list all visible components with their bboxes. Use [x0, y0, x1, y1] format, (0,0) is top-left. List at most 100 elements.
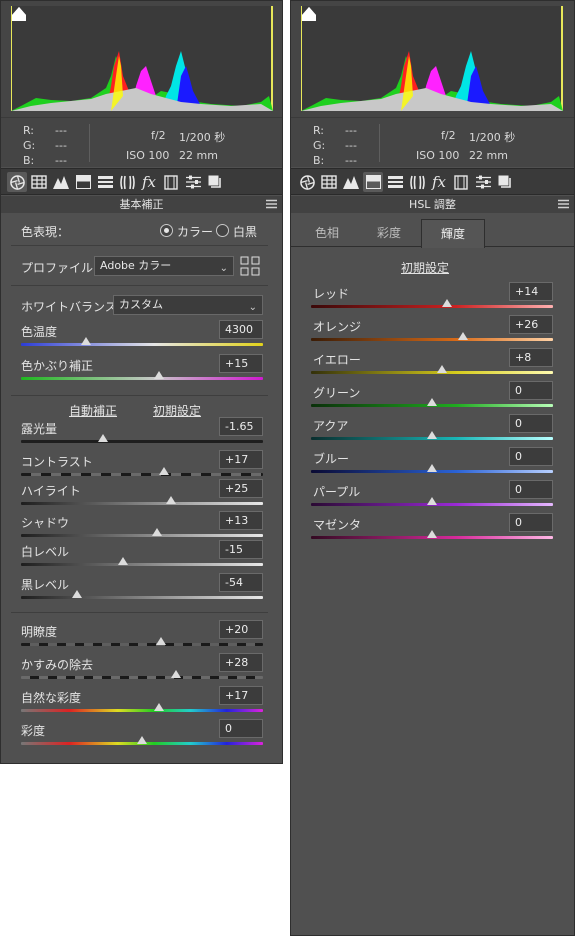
fx-icon[interactable]: fx: [139, 172, 159, 192]
blacks-value-field[interactable]: -54: [219, 573, 263, 592]
menu-icon[interactable]: [266, 199, 277, 209]
tint-slider-thumb[interactable]: [153, 371, 164, 379]
exposure-slider-track[interactable]: [21, 440, 263, 443]
white-balance-select[interactable]: カスタム ⌄: [113, 295, 263, 315]
aperture-icon[interactable]: [7, 172, 27, 192]
sliders-icon[interactable]: [183, 172, 203, 192]
shadows-slider-thumb[interactable]: [151, 528, 162, 536]
treatment-color-radio[interactable]: [160, 224, 173, 237]
dehaze-value-field[interactable]: +28: [219, 653, 263, 672]
saturation-value-field[interactable]: 0: [219, 719, 263, 738]
contrast-slider-track[interactable]: [21, 473, 263, 476]
filmstrip-icon[interactable]: [451, 172, 471, 192]
yellow-slider-track[interactable]: [311, 371, 553, 374]
treatment-bw-radio[interactable]: [216, 224, 229, 237]
shadows-slider-track[interactable]: [21, 534, 263, 537]
profile-browser-icon[interactable]: [240, 256, 260, 276]
red-slider-thumb[interactable]: [441, 299, 452, 307]
grid-icon[interactable]: [319, 172, 339, 192]
vibrance-value-field[interactable]: +17: [219, 686, 263, 705]
split-toning-icon[interactable]: [73, 172, 93, 192]
whites-slider-thumb[interactable]: [117, 557, 128, 565]
whites-label: 白レベル: [21, 545, 70, 559]
blacks-slider-track[interactable]: [21, 596, 263, 599]
treatment-color-label[interactable]: カラー: [177, 223, 213, 240]
orange-slider-thumb[interactable]: [458, 332, 469, 340]
lens-icon[interactable]: [407, 172, 427, 192]
magenta-value-field[interactable]: 0: [509, 513, 553, 532]
presets-icon[interactable]: [495, 172, 515, 192]
hsl-icon[interactable]: [95, 172, 115, 192]
temperature-slider-track[interactable]: [21, 343, 263, 346]
temperature-value-field[interactable]: 4300: [219, 320, 263, 339]
exposure-value-field[interactable]: -1.65: [219, 417, 263, 436]
whites-value-field[interactable]: -15: [219, 540, 263, 559]
vibrance-slider-track[interactable]: [21, 709, 263, 712]
presets-icon[interactable]: [205, 172, 225, 192]
red-value-field[interactable]: +14: [509, 282, 553, 301]
profile-select[interactable]: Adobe カラー ⌄: [94, 256, 234, 276]
fx-icon[interactable]: fx: [429, 172, 449, 192]
orange-slider-track[interactable]: [311, 338, 553, 341]
highlights-value-field[interactable]: +25: [219, 479, 263, 498]
green-slider-thumb[interactable]: [427, 398, 437, 406]
auto-button[interactable]: 自動補正: [69, 402, 117, 419]
tint-value-field[interactable]: +15: [219, 354, 263, 373]
mountain-icon[interactable]: [51, 172, 71, 192]
dehaze-slider-track[interactable]: [21, 676, 263, 679]
highlight-clipping-icon[interactable]: [11, 6, 27, 22]
blacks-slider-thumb[interactable]: [71, 590, 82, 598]
mountain-icon[interactable]: [341, 172, 361, 192]
saturation-slider-thumb[interactable]: [137, 736, 147, 744]
chevron-down-icon: ⌄: [248, 302, 257, 313]
temperature-slider-thumb[interactable]: [81, 337, 92, 345]
split-toning-icon[interactable]: [363, 172, 383, 192]
clarity-slider-track[interactable]: [21, 643, 263, 646]
blue-slider-thumb[interactable]: [427, 464, 437, 472]
tab-saturation[interactable]: 彩度: [361, 219, 417, 247]
highlight-clipping-icon[interactable]: [301, 6, 317, 22]
exif-info: R: --- G: --- B: --- f/2 1/200 秒 ISO 100…: [291, 117, 574, 167]
clarity-value-field[interactable]: +20: [219, 620, 263, 639]
dehaze-slider-thumb[interactable]: [170, 670, 181, 678]
clarity-slider-thumb[interactable]: [156, 637, 167, 645]
green-label: グリーン: [313, 386, 361, 400]
lens-icon[interactable]: [117, 172, 137, 192]
aqua-slider-thumb[interactable]: [427, 431, 437, 439]
default-button[interactable]: 初期設定: [153, 402, 201, 419]
whites-slider-track[interactable]: [21, 563, 263, 566]
aqua-value-field[interactable]: 0: [509, 414, 553, 433]
treatment-bw-label[interactable]: 白黒: [233, 223, 257, 240]
orange-value-field[interactable]: +26: [509, 315, 553, 334]
vibrance-slider-thumb[interactable]: [153, 703, 164, 711]
filmstrip-icon[interactable]: [161, 172, 181, 192]
default-button[interactable]: 初期設定: [401, 259, 449, 276]
tab-hue[interactable]: 色相: [299, 219, 355, 247]
sliders-icon[interactable]: [473, 172, 493, 192]
aperture-icon[interactable]: [297, 172, 317, 192]
tint-slider-track[interactable]: [21, 377, 263, 380]
hsl-icon[interactable]: [385, 172, 405, 192]
purple-value-field[interactable]: 0: [509, 480, 553, 499]
green-value-field[interactable]: 0: [509, 381, 553, 400]
highlights-slider-thumb[interactable]: [166, 496, 177, 504]
purple-slider-thumb[interactable]: [427, 497, 437, 505]
grid-icon[interactable]: [29, 172, 49, 192]
contrast-slider-thumb[interactable]: [158, 467, 169, 475]
highlights-slider-track[interactable]: [21, 502, 263, 505]
magenta-slider-thumb[interactable]: [427, 530, 437, 538]
red-slider-track[interactable]: [311, 305, 553, 308]
tab-luminance[interactable]: 輝度: [421, 219, 485, 248]
blue-value-field[interactable]: 0: [509, 447, 553, 466]
yellow-slider-thumb[interactable]: [436, 365, 447, 373]
exposure-slider-thumb[interactable]: [98, 434, 109, 442]
focal-length-value: 22 mm: [179, 149, 218, 162]
menu-icon[interactable]: [558, 199, 569, 209]
highlights-label: ハイライト: [21, 484, 81, 498]
section-header: 基本補正: [1, 196, 282, 213]
shutter-value: 1/200 秒: [469, 131, 516, 144]
contrast-value-field[interactable]: +17: [219, 450, 263, 469]
contrast-label: コントラスト: [21, 455, 93, 469]
shadows-value-field[interactable]: +13: [219, 511, 263, 530]
yellow-value-field[interactable]: +8: [509, 348, 553, 367]
